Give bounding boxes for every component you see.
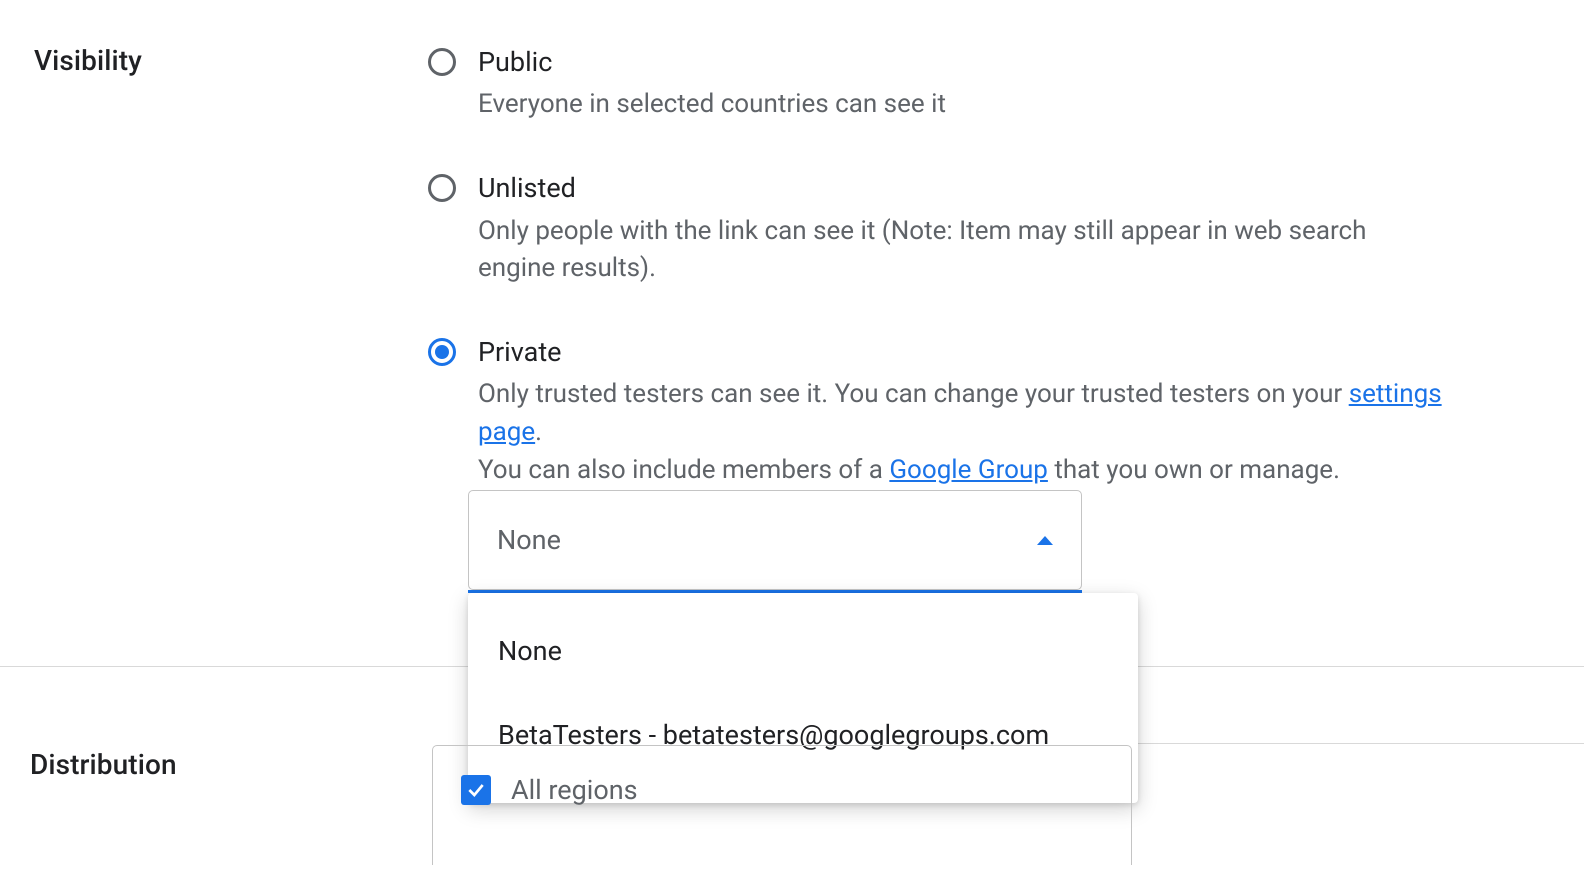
- group-option-none[interactable]: None: [468, 609, 1138, 693]
- section-label-distribution: Distribution: [30, 748, 177, 781]
- google-group-link[interactable]: Google Group: [889, 455, 1048, 485]
- option-desc-unlisted: Only people with the link can see it (No…: [478, 213, 1448, 288]
- visibility-option-public[interactable]: Public Everyone in selected countries ca…: [428, 44, 1448, 124]
- option-desc-public: Everyone in selected countries can see i…: [478, 86, 1448, 124]
- checkmark-icon: [466, 780, 486, 800]
- option-desc-private: Only trusted testers can see it. You can…: [478, 376, 1448, 489]
- visibility-option-unlisted[interactable]: Unlisted Only people with the link can s…: [428, 170, 1448, 288]
- option-title-private: Private: [478, 334, 1448, 370]
- caret-up-icon: [1037, 536, 1053, 545]
- option-text-private: Private Only trusted testers can see it.…: [478, 334, 1448, 490]
- all-regions-label: All regions: [511, 774, 638, 806]
- option-text-unlisted: Unlisted Only people with the link can s…: [478, 170, 1448, 288]
- option-title-unlisted: Unlisted: [478, 170, 1448, 206]
- radio-public[interactable]: [428, 48, 456, 76]
- visibility-options: Public Everyone in selected countries ca…: [428, 44, 1448, 489]
- all-regions-checkbox[interactable]: [461, 775, 491, 805]
- distribution-box: All regions: [432, 745, 1132, 865]
- visibility-option-private[interactable]: Private Only trusted testers can see it.…: [428, 334, 1448, 490]
- radio-unlisted[interactable]: [428, 174, 456, 202]
- section-label-visibility: Visibility: [34, 44, 142, 77]
- section-divider-right: [1132, 743, 1584, 744]
- option-text-public: Public Everyone in selected countries ca…: [478, 44, 1448, 124]
- private-desc-part2: .: [535, 417, 542, 447]
- private-desc-part4: that you own or manage.: [1048, 455, 1340, 485]
- private-desc-part3: You can also include members of a: [478, 455, 889, 485]
- option-title-public: Public: [478, 44, 1448, 80]
- radio-private[interactable]: [428, 338, 456, 366]
- group-select[interactable]: None: [468, 490, 1082, 590]
- group-select-value: None: [497, 524, 561, 556]
- private-desc-part1: Only trusted testers can see it. You can…: [478, 379, 1349, 409]
